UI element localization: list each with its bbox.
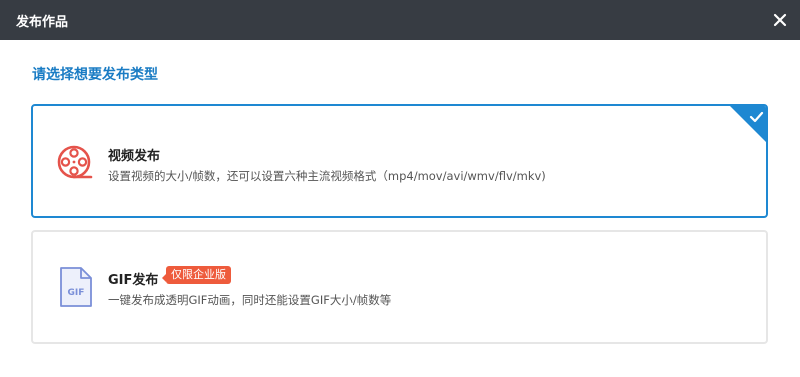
- dialog-titlebar: 发布作品: [0, 0, 800, 40]
- gif-icon-label: GIF: [68, 288, 85, 298]
- gif-option-title: GIF发布: [108, 273, 159, 288]
- video-publish-option[interactable]: 视频发布 设置视频的大小/帧数，还可以设置六种主流视频格式（mp4/mov/av…: [31, 104, 768, 218]
- gif-file-icon: GIF: [60, 267, 92, 307]
- selected-check-icon: [730, 106, 766, 142]
- video-option-description: 设置视频的大小/帧数，还可以设置六种主流视频格式（mp4/mov/avi/wmv…: [108, 169, 546, 183]
- section-prompt: 请选择想要发布类型: [32, 67, 158, 83]
- gif-option-description: 一键发布成透明GIF动画，同时还能设置GIF大小/帧数等: [108, 293, 392, 307]
- dialog-title: 发布作品: [16, 15, 69, 30]
- gif-publish-option[interactable]: GIF GIF发布 仅限企业版 一键发布成透明GIF动画，同时还能设置GIF大小…: [31, 230, 768, 344]
- enterprise-badge: 仅限企业版: [162, 266, 231, 284]
- film-reel-icon: [57, 145, 93, 179]
- close-icon[interactable]: [770, 10, 790, 30]
- video-option-title: 视频发布: [108, 149, 161, 164]
